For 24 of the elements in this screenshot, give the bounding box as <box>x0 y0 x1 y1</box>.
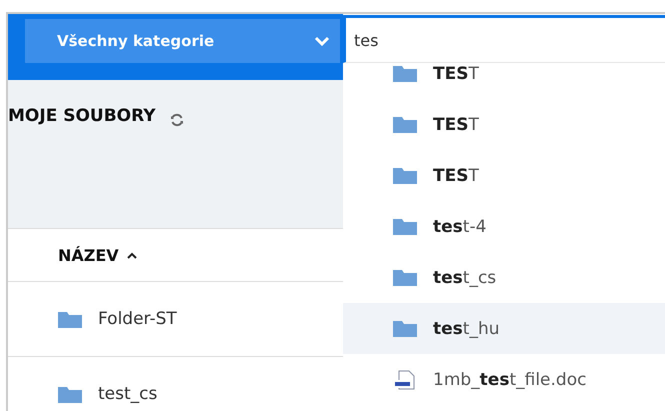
search-result[interactable]: TEST <box>343 150 665 201</box>
search-result[interactable]: test_hu <box>343 303 665 354</box>
search-result[interactable]: 1mb_test_file.doc <box>343 354 665 405</box>
search-result[interactable]: TEST <box>343 99 665 150</box>
column-header[interactable]: NÁZEV <box>58 246 137 264</box>
folder-icon <box>393 167 417 184</box>
refresh-icon[interactable] <box>170 113 184 127</box>
search-result[interactable]: TEST <box>343 63 665 99</box>
search-field[interactable]: tes <box>343 15 665 63</box>
folder-icon <box>58 386 82 402</box>
page-title: MOJE SOUBORY <box>8 106 156 126</box>
file-name[interactable]: test_cs <box>98 384 158 404</box>
file-name[interactable]: Folder-ST <box>98 309 177 329</box>
folder-icon <box>393 320 417 337</box>
folder-icon <box>393 269 417 286</box>
folder-icon <box>393 218 417 235</box>
sort-up-icon <box>126 252 137 258</box>
folder-icon <box>393 116 417 133</box>
chevron-down-icon <box>314 36 330 46</box>
search-result[interactable]: test-4 <box>343 201 665 252</box>
doc-file-icon <box>393 370 417 390</box>
search-result[interactable]: test_cs <box>343 252 665 303</box>
folder-icon <box>393 65 417 82</box>
folder-icon <box>58 310 82 328</box>
